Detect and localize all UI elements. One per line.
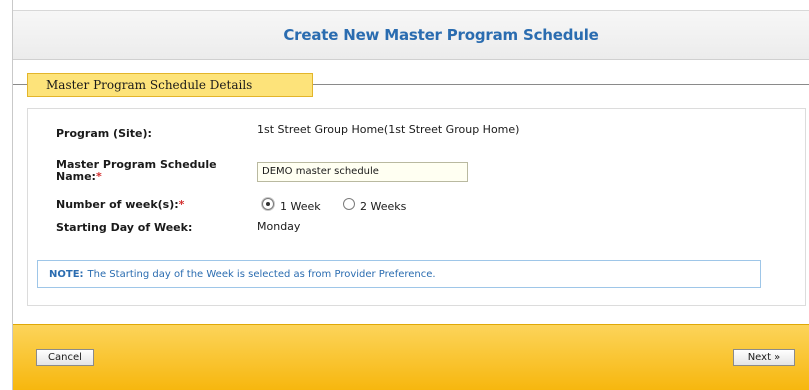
- weeks-label: Number of week(s):*: [56, 199, 184, 211]
- required-marker: *: [178, 198, 185, 211]
- week-2-label[interactable]: 2 Weeks: [360, 201, 406, 212]
- start-day-label: Starting Day of Week:: [56, 221, 193, 234]
- cancel-button[interactable]: Cancel: [36, 349, 94, 366]
- next-button[interactable]: Next »: [733, 349, 795, 366]
- required-marker: *: [95, 170, 102, 183]
- note-prefix: NOTE:: [49, 268, 84, 280]
- week-2-radio[interactable]: [343, 198, 355, 210]
- week-1-label[interactable]: 1 Week: [280, 201, 321, 212]
- page-header: Create New Master Program Schedule: [13, 10, 809, 60]
- weeks-label-text: Number of week(s):: [56, 198, 179, 211]
- note-box: NOTE: The Starting day of the Week is se…: [37, 260, 761, 288]
- start-day-value: Monday: [257, 220, 301, 233]
- section-divider-right: [313, 84, 809, 85]
- section-tab: Master Program Schedule Details: [27, 73, 313, 97]
- section-divider-left: [13, 84, 27, 85]
- week-1-radio[interactable]: [262, 198, 274, 210]
- page-title: Create New Master Program Schedule: [283, 26, 599, 44]
- action-footer: [13, 324, 809, 390]
- program-value: 1st Street Group Home(1st Street Group H…: [257, 123, 520, 136]
- section-title: Master Program Schedule Details: [46, 78, 253, 92]
- schedule-name-input[interactable]: DEMO master schedule: [257, 162, 468, 182]
- note-text: The Starting day of the Week is selected…: [87, 268, 436, 280]
- program-label: Program (Site):: [56, 127, 152, 140]
- schedule-name-label: Master Program Schedule Name:*: [56, 159, 246, 183]
- schedule-name-label-text: Master Program Schedule Name:: [56, 158, 217, 183]
